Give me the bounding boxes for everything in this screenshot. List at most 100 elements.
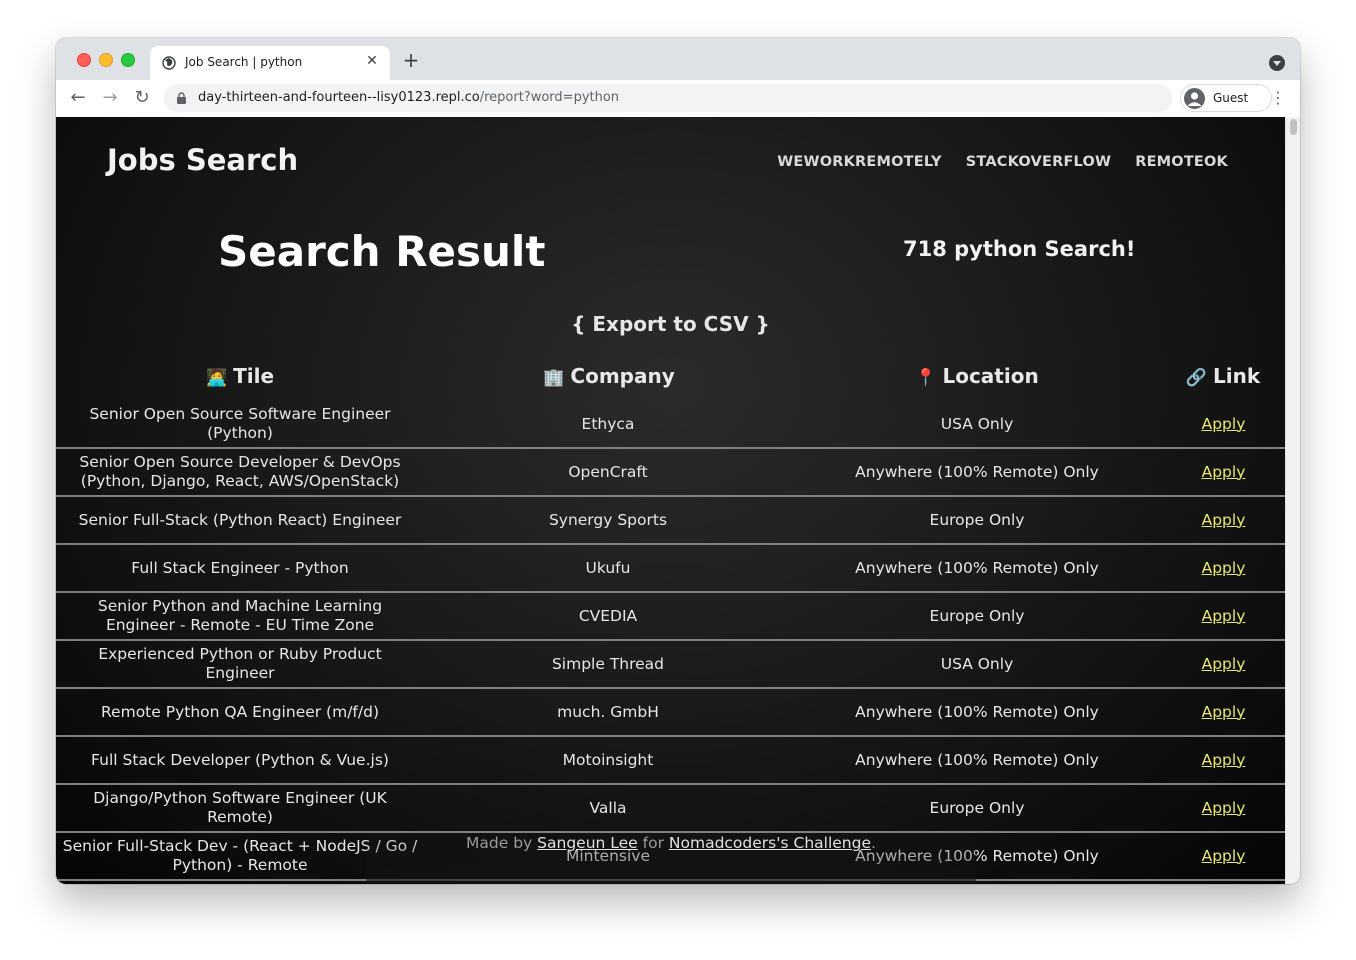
tab-active[interactable]: Job Search | python ✕ xyxy=(150,46,390,80)
challenge-link[interactable]: Nomadcoders's Challenge xyxy=(669,834,871,852)
company-cell: Motoinsight xyxy=(424,736,792,785)
job-title-cell: Full Stack Developer (Python & Vue.js) xyxy=(56,736,424,785)
location-cell: Anywhere (100% Remote) Only xyxy=(792,448,1162,497)
table-row: Django/Python Software Engineer (UK Remo… xyxy=(56,784,1285,833)
apply-link[interactable]: Apply xyxy=(1202,751,1246,769)
close-window-button[interactable] xyxy=(77,53,91,67)
nav-stackoverflow[interactable]: STACKOVERFLOW xyxy=(966,154,1111,170)
apply-link[interactable]: Apply xyxy=(1202,799,1246,817)
apply-link[interactable]: Apply xyxy=(1202,607,1246,625)
table-row: Full Stack Developer (Python & Vue.js) Mo… xyxy=(56,736,1285,785)
company-cell: Valla xyxy=(424,784,792,833)
nav-remoteok[interactable]: REMOTEOK xyxy=(1135,154,1228,170)
location-cell: Europe Only xyxy=(792,496,1162,545)
location-cell: Europe Only xyxy=(792,592,1162,641)
job-title-cell: Django/Python Software Engineer (UK Remo… xyxy=(56,784,424,833)
table-row: Senior Open Source Developer & DevOps (P… xyxy=(56,448,1285,497)
tab-close-icon[interactable]: ✕ xyxy=(363,52,381,70)
table-row: Full Stack Engineer - Python Ukufu Anywher… xyxy=(56,544,1285,593)
header-label: Tile xyxy=(233,364,275,388)
link-cell: Apply xyxy=(1162,688,1285,737)
url-text: day-thirteen-and-fourteen--lisy0123.repl… xyxy=(198,90,619,105)
toolbar: ← → ↻ day-thirteen-and-fourteen--lisy012… xyxy=(56,80,1300,118)
job-title-cell: Full Stack Engineer - Python xyxy=(56,544,424,593)
company-cell: Synergy Sports xyxy=(424,496,792,545)
apply-link[interactable]: Apply xyxy=(1202,847,1246,865)
job-title-cell: Senior Python and Machine Learning Engin… xyxy=(56,592,424,641)
company-cell: much. GmbH xyxy=(424,688,792,737)
link-icon: 🔗 xyxy=(1185,368,1208,388)
tab-strip: Job Search | python ✕ + xyxy=(56,38,1300,80)
new-tab-button[interactable]: + xyxy=(400,49,422,71)
url-host: day-thirteen-and-fourteen--lisy0123.repl… xyxy=(198,90,480,105)
footer-suffix: . xyxy=(871,834,876,852)
location-cell: USA Only xyxy=(792,640,1162,689)
link-cell: Apply xyxy=(1162,832,1285,881)
link-cell: Apply xyxy=(1162,496,1285,545)
job-title-cell: Experienced Python or Ruby Product Engin… xyxy=(56,640,424,689)
export-csv-link[interactable]: { Export to CSV } xyxy=(56,312,1285,336)
avatar-icon xyxy=(1184,88,1205,109)
vertical-scrollbar[interactable] xyxy=(1285,117,1300,884)
window-controls xyxy=(77,53,135,67)
job-title-cell: Senior Full-Stack (Python React) Enginee… xyxy=(56,496,424,545)
apply-link[interactable]: Apply xyxy=(1202,463,1246,481)
jobs-table-body: Senior Open Source Software Engineer (Py… xyxy=(56,401,1285,881)
link-cell: Apply xyxy=(1162,784,1285,833)
location-cell: USA Only xyxy=(792,401,1162,449)
footer-middle: for xyxy=(637,834,669,852)
apply-link[interactable]: Apply xyxy=(1202,703,1246,721)
location-cell: Anywhere (100% Remote) Only xyxy=(792,544,1162,593)
column-header-location: 📍 Location xyxy=(892,364,1062,388)
location-cell: Europe Only xyxy=(792,784,1162,833)
apply-link[interactable]: Apply xyxy=(1202,655,1246,673)
minimize-window-button[interactable] xyxy=(99,53,113,67)
footer-text: Made by Sangeun Lee for Nomadcoders's Ch… xyxy=(366,834,976,852)
author-link[interactable]: Sangeun Lee xyxy=(537,834,638,852)
nav-weworkremotely[interactable]: WEWORKREMOTELY xyxy=(777,154,942,170)
job-title-cell: Senior Open Source Developer & DevOps (P… xyxy=(56,448,424,497)
office-building-icon: 🏢 xyxy=(543,368,565,388)
result-count: 718 python Search! xyxy=(903,237,1136,261)
job-title-cell: Remote Python QA Engineer (m/f/d) xyxy=(56,688,424,737)
globe-icon xyxy=(162,56,176,70)
table-row: Remote Python QA Engineer (m/f/d) much. G… xyxy=(56,688,1285,737)
page-title: Search Result xyxy=(218,227,546,276)
zoom-window-button[interactable] xyxy=(121,53,135,67)
link-cell: Apply xyxy=(1162,640,1285,689)
company-cell: Ukufu xyxy=(424,544,792,593)
site-brand[interactable]: Jobs Search xyxy=(107,143,298,177)
apply-link[interactable]: Apply xyxy=(1202,559,1246,577)
profile-button[interactable]: Guest xyxy=(1180,84,1272,112)
footer: Made by Sangeun Lee for Nomadcoders's Ch… xyxy=(366,833,976,883)
pin-icon: 📍 xyxy=(915,368,937,388)
url-path: /report?word=python xyxy=(479,90,620,105)
footer-prefix: Made by xyxy=(466,834,538,852)
header-label: Link xyxy=(1213,364,1261,388)
browser-window: Job Search | python ✕ + ← → ↻ day-thirte… xyxy=(56,38,1300,884)
column-header-link: 🔗 Link xyxy=(1168,364,1278,388)
jobs-table: Senior Open Source Software Engineer (Py… xyxy=(56,401,1285,881)
link-cell: Apply xyxy=(1162,592,1285,641)
tab-search-icon[interactable] xyxy=(1269,55,1285,71)
apply-link[interactable]: Apply xyxy=(1202,511,1246,529)
reload-icon[interactable]: ↻ xyxy=(132,88,152,108)
forward-arrow-icon[interactable]: → xyxy=(100,88,120,108)
address-bar[interactable]: day-thirteen-and-fourteen--lisy0123.repl… xyxy=(164,84,1172,112)
column-header-company: 🏢 Company xyxy=(524,364,694,388)
lock-icon xyxy=(177,92,186,104)
back-arrow-icon[interactable]: ← xyxy=(68,88,88,108)
company-cell: Ethyca xyxy=(424,401,792,449)
tab-title: Job Search | python xyxy=(185,55,303,69)
job-title-cell: Senior Open Source Software Engineer (Py… xyxy=(56,401,424,449)
table-row: Senior Full-Stack (Python React) Enginee… xyxy=(56,496,1285,545)
apply-link[interactable]: Apply xyxy=(1202,415,1246,433)
company-cell: Simple Thread xyxy=(424,640,792,689)
page-content: Jobs Search WEWORKREMOTELY STACKOVERFLOW… xyxy=(56,117,1285,884)
more-menu-icon[interactable]: ⋮ xyxy=(1270,88,1286,108)
link-cell: Apply xyxy=(1162,448,1285,497)
table-row: Experienced Python or Ruby Product Engin… xyxy=(56,640,1285,689)
link-cell: Apply xyxy=(1162,736,1285,785)
scrollbar-thumb[interactable] xyxy=(1290,119,1297,135)
link-cell: Apply xyxy=(1162,544,1285,593)
